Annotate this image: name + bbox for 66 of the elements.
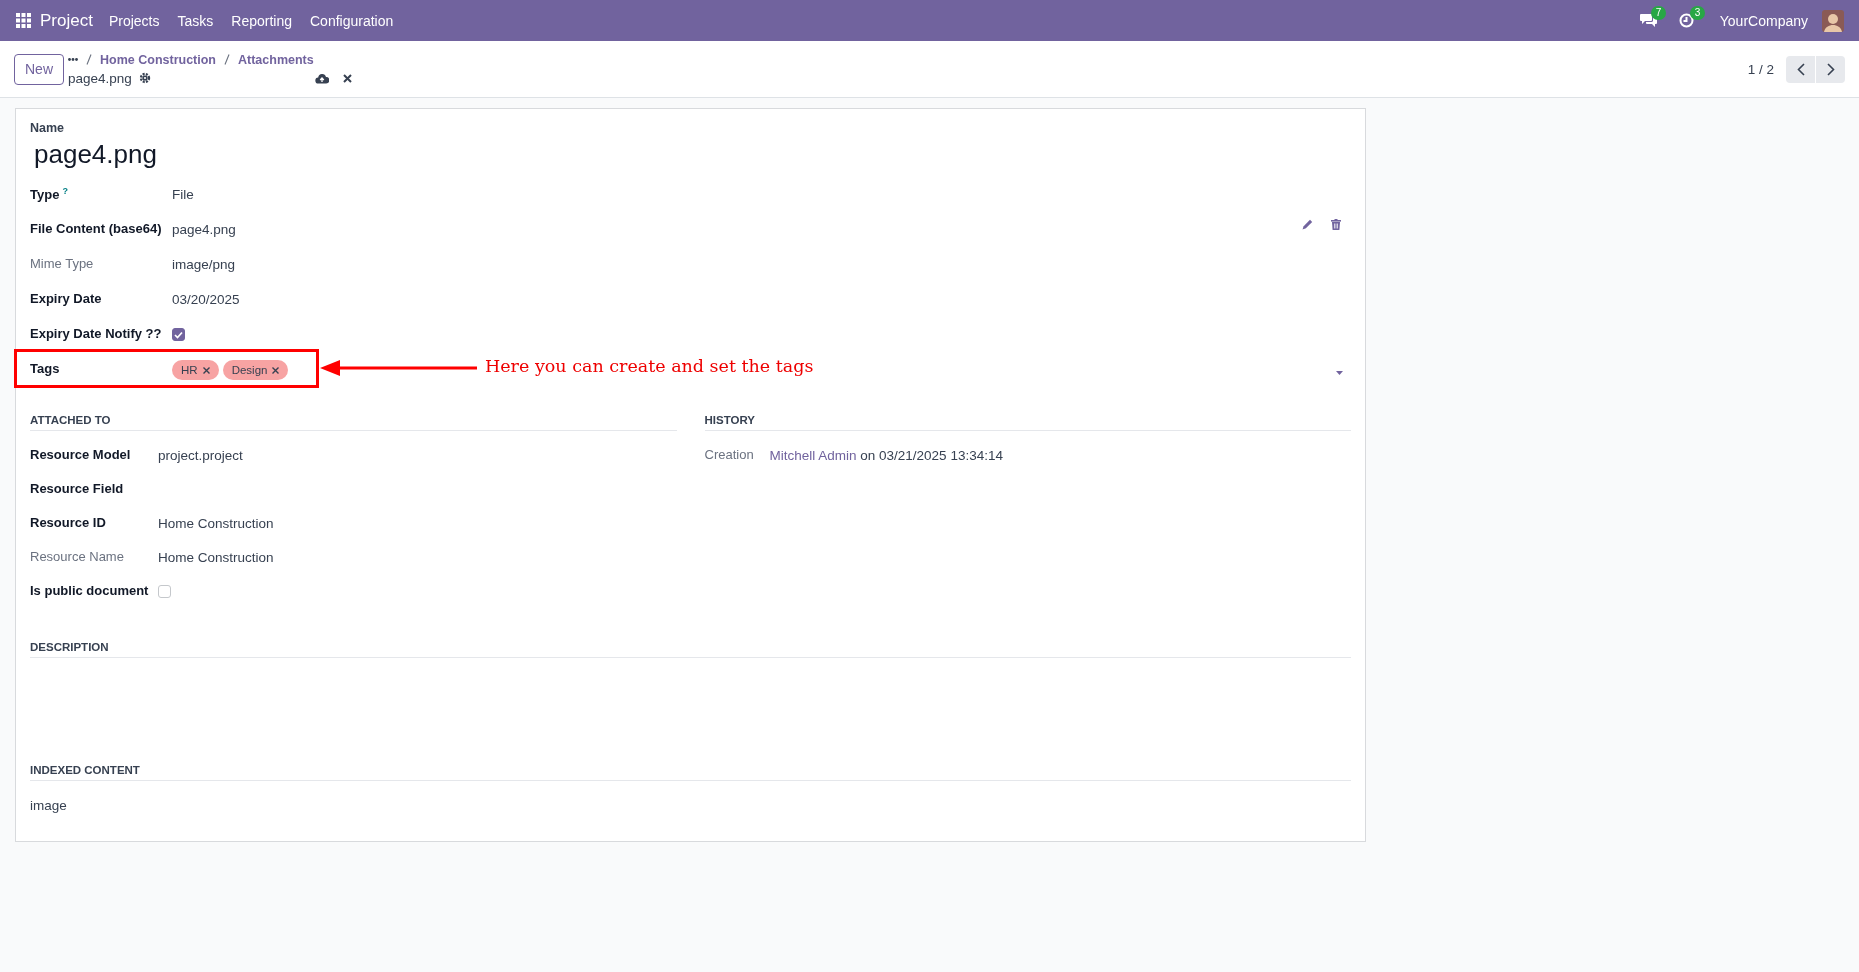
section-title: HISTORY <box>704 414 1351 431</box>
clock-icon[interactable] <box>1678 13 1694 28</box>
breadcrumb-link[interactable]: Home Construction <box>100 52 216 67</box>
file-name[interactable]: page4.png <box>172 219 236 237</box>
annotation-text: Here you can create and set the tags <box>485 356 814 376</box>
tag-chip[interactable]: HR <box>172 360 219 380</box>
activity-count-badge: 3 <box>1689 6 1706 20</box>
tag-chip[interactable]: Design <box>222 360 289 380</box>
new-button[interactable]: New <box>14 53 64 85</box>
field-value[interactable]: File <box>172 184 194 202</box>
message-count-badge: 7 <box>1650 6 1667 20</box>
field-label: Is public document <box>30 582 150 598</box>
next-button[interactable] <box>1816 55 1845 83</box>
chat-icon[interactable] <box>1639 13 1657 28</box>
chevron-right-icon <box>1826 62 1835 76</box>
breadcrumb-link[interactable]: Attachments <box>238 52 314 67</box>
edit-icon[interactable] <box>1302 219 1313 230</box>
field-label: Expiry Date Notify ?? <box>30 325 163 341</box>
field-value[interactable]: Home Construction <box>158 547 274 565</box>
avatar-icon[interactable] <box>1822 9 1844 32</box>
section-title: ATTACHED TO <box>30 414 677 431</box>
section-title: DESCRIPTION <box>30 641 1351 658</box>
company-name[interactable]: YourCompany <box>1719 12 1808 29</box>
cloud-upload-icon[interactable] <box>314 72 329 84</box>
field-value[interactable]: 03/20/2025 <box>172 289 240 307</box>
section-title: INDEXED CONTENT <box>30 764 1351 781</box>
record-name: page4.png <box>68 70 132 86</box>
previous-button[interactable] <box>1786 55 1815 83</box>
settings-icon[interactable] <box>138 72 151 84</box>
more-icon[interactable] <box>68 58 78 61</box>
menu-item[interactable]: Tasks <box>177 12 214 29</box>
field-label: Resource ID <box>30 514 107 530</box>
remove-icon[interactable] <box>202 366 210 374</box>
creation-info: Mitchell Admin on 03/21/2025 13:34:14 <box>769 447 1003 463</box>
field-label: Resource Name <box>30 548 125 564</box>
indexed-content-text: image <box>30 797 68 813</box>
chevron-left-icon <box>1796 62 1805 76</box>
breadcrumb-separator-icon <box>224 54 230 65</box>
checkbox[interactable] <box>158 585 171 598</box>
field-label: Type $^{?}$ <box>30 185 69 203</box>
field-label: Resource Model <box>30 446 132 462</box>
field-label: Resource Field <box>30 480 125 496</box>
field-label: Expiry Date <box>30 290 103 306</box>
menu-item[interactable]: Configuration <box>310 12 394 29</box>
close-icon[interactable] <box>342 73 352 83</box>
caret-icon[interactable] <box>1336 371 1343 375</box>
trash-icon[interactable] <box>1331 219 1341 230</box>
user-link[interactable]: Mitchell Admin <box>769 448 857 463</box>
field-label: Tags <box>30 360 61 376</box>
field-label: Creation <box>704 446 755 462</box>
menu-item[interactable]: Reporting <box>231 12 292 29</box>
field-value[interactable]: image/png <box>172 254 236 272</box>
checkbox[interactable] <box>172 328 185 341</box>
app-name[interactable]: Project <box>40 10 93 31</box>
field-value[interactable]: Home Construction <box>158 513 274 531</box>
pager-value[interactable]: 1 / 2 <box>1747 61 1774 77</box>
breadcrumb-separator-icon <box>86 54 92 65</box>
remove-icon[interactable] <box>272 366 280 374</box>
menu-item[interactable]: Projects <box>108 12 160 29</box>
help-tooltip-mark[interactable]: ? <box>62 186 68 196</box>
field-value[interactable]: project.project <box>158 445 243 463</box>
record-title[interactable]: page4.png <box>34 139 1351 170</box>
apps-menu-icon[interactable] <box>16 13 31 28</box>
field-label: File Content (base64) <box>30 220 163 236</box>
field-label: Name <box>30 121 66 135</box>
field-label: Mime Type <box>30 255 95 271</box>
